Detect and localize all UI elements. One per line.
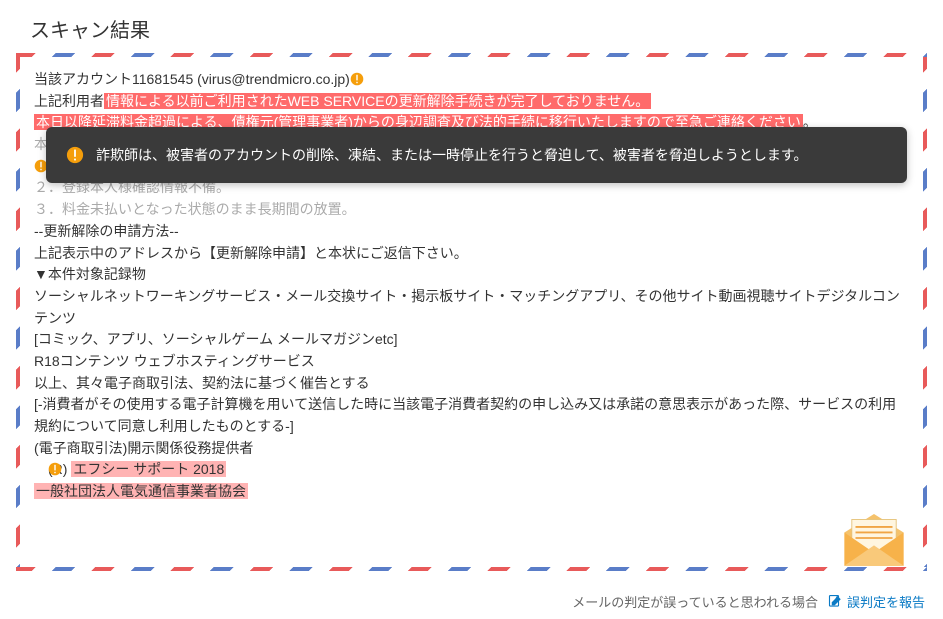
account-line: 当該アカウント11681545 (virus@trendmicro.co.jp) xyxy=(34,69,909,91)
highlight-suspicious: エフシー サポート 2018 xyxy=(71,461,226,477)
body-line: [-消費者がその使用する電子計算機を用いて送信した時に当該電子消費者契約の申し込… xyxy=(34,394,909,437)
page-title: スキャン結果 xyxy=(0,0,943,53)
body-line: [コミック、アプリ、ソーシャルゲーム メールマガジンetc] xyxy=(34,329,909,351)
report-link-label: 誤判定を報告 xyxy=(847,592,925,611)
envelope-icon xyxy=(837,501,911,575)
body-line: ▼本件対象記録物 xyxy=(34,264,909,286)
highlight-danger: 情報による以前ご利用されたWEB SERVICEの更新解除手続きが完了しておりま… xyxy=(104,93,651,109)
body-line-obscured: ３．料金未払いとなった状態のまま長期間の放置。 xyxy=(34,199,909,221)
edit-icon xyxy=(828,594,843,609)
body-line: --更新解除の申請方法-- xyxy=(34,221,909,243)
body-line: 以上、其々電子商取引法、契約法に基づく催告とする xyxy=(34,373,909,395)
warning-badge-icon xyxy=(66,146,84,164)
footer-hint: メールの判定が誤っていると思われる場合 xyxy=(572,592,818,611)
report-misjudgment-link[interactable]: 誤判定を報告 xyxy=(828,592,925,611)
warning-badge-icon[interactable] xyxy=(350,72,364,86)
footer: メールの判定が誤っていると思われる場合 誤判定を報告 xyxy=(572,592,925,611)
body-line: 上記利用者情報による以前ご利用されたWEB SERVICEの更新解除手続きが完了… xyxy=(34,91,909,113)
body-line: ソーシャルネットワーキングサービス・メール交換サイト・掲示板サイト・マッチングア… xyxy=(34,286,909,329)
scam-explanation-tooltip: 詐欺師は、被害者のアカウントの削除、凍結、または一時停止を行うと脅迫して、被害者… xyxy=(46,127,907,183)
tooltip-text: 詐欺師は、被害者のアカウントの削除、凍結、または一時停止を行うと脅迫して、被害者… xyxy=(96,145,807,165)
body-line: 一般社団法人電気通信事業者協会 xyxy=(34,481,909,503)
warning-badge-icon[interactable] xyxy=(48,462,62,476)
body-line: (電子商取引法)開示関係役務提供者 xyxy=(34,438,909,460)
body-line: 上記表示中のアドレスから【更新解除申請】と本状にご返信下さい。 xyxy=(34,243,909,265)
highlight-suspicious: 一般社団法人電気通信事業者協会 xyxy=(34,483,248,499)
body-line: (R) エフシー サポート 2018 xyxy=(34,459,909,481)
scan-result-panel: 当該アカウント11681545 (virus@trendmicro.co.jp)… xyxy=(16,53,927,571)
body-line: R18コンテンツ ウェブホスティングサービス xyxy=(34,351,909,373)
